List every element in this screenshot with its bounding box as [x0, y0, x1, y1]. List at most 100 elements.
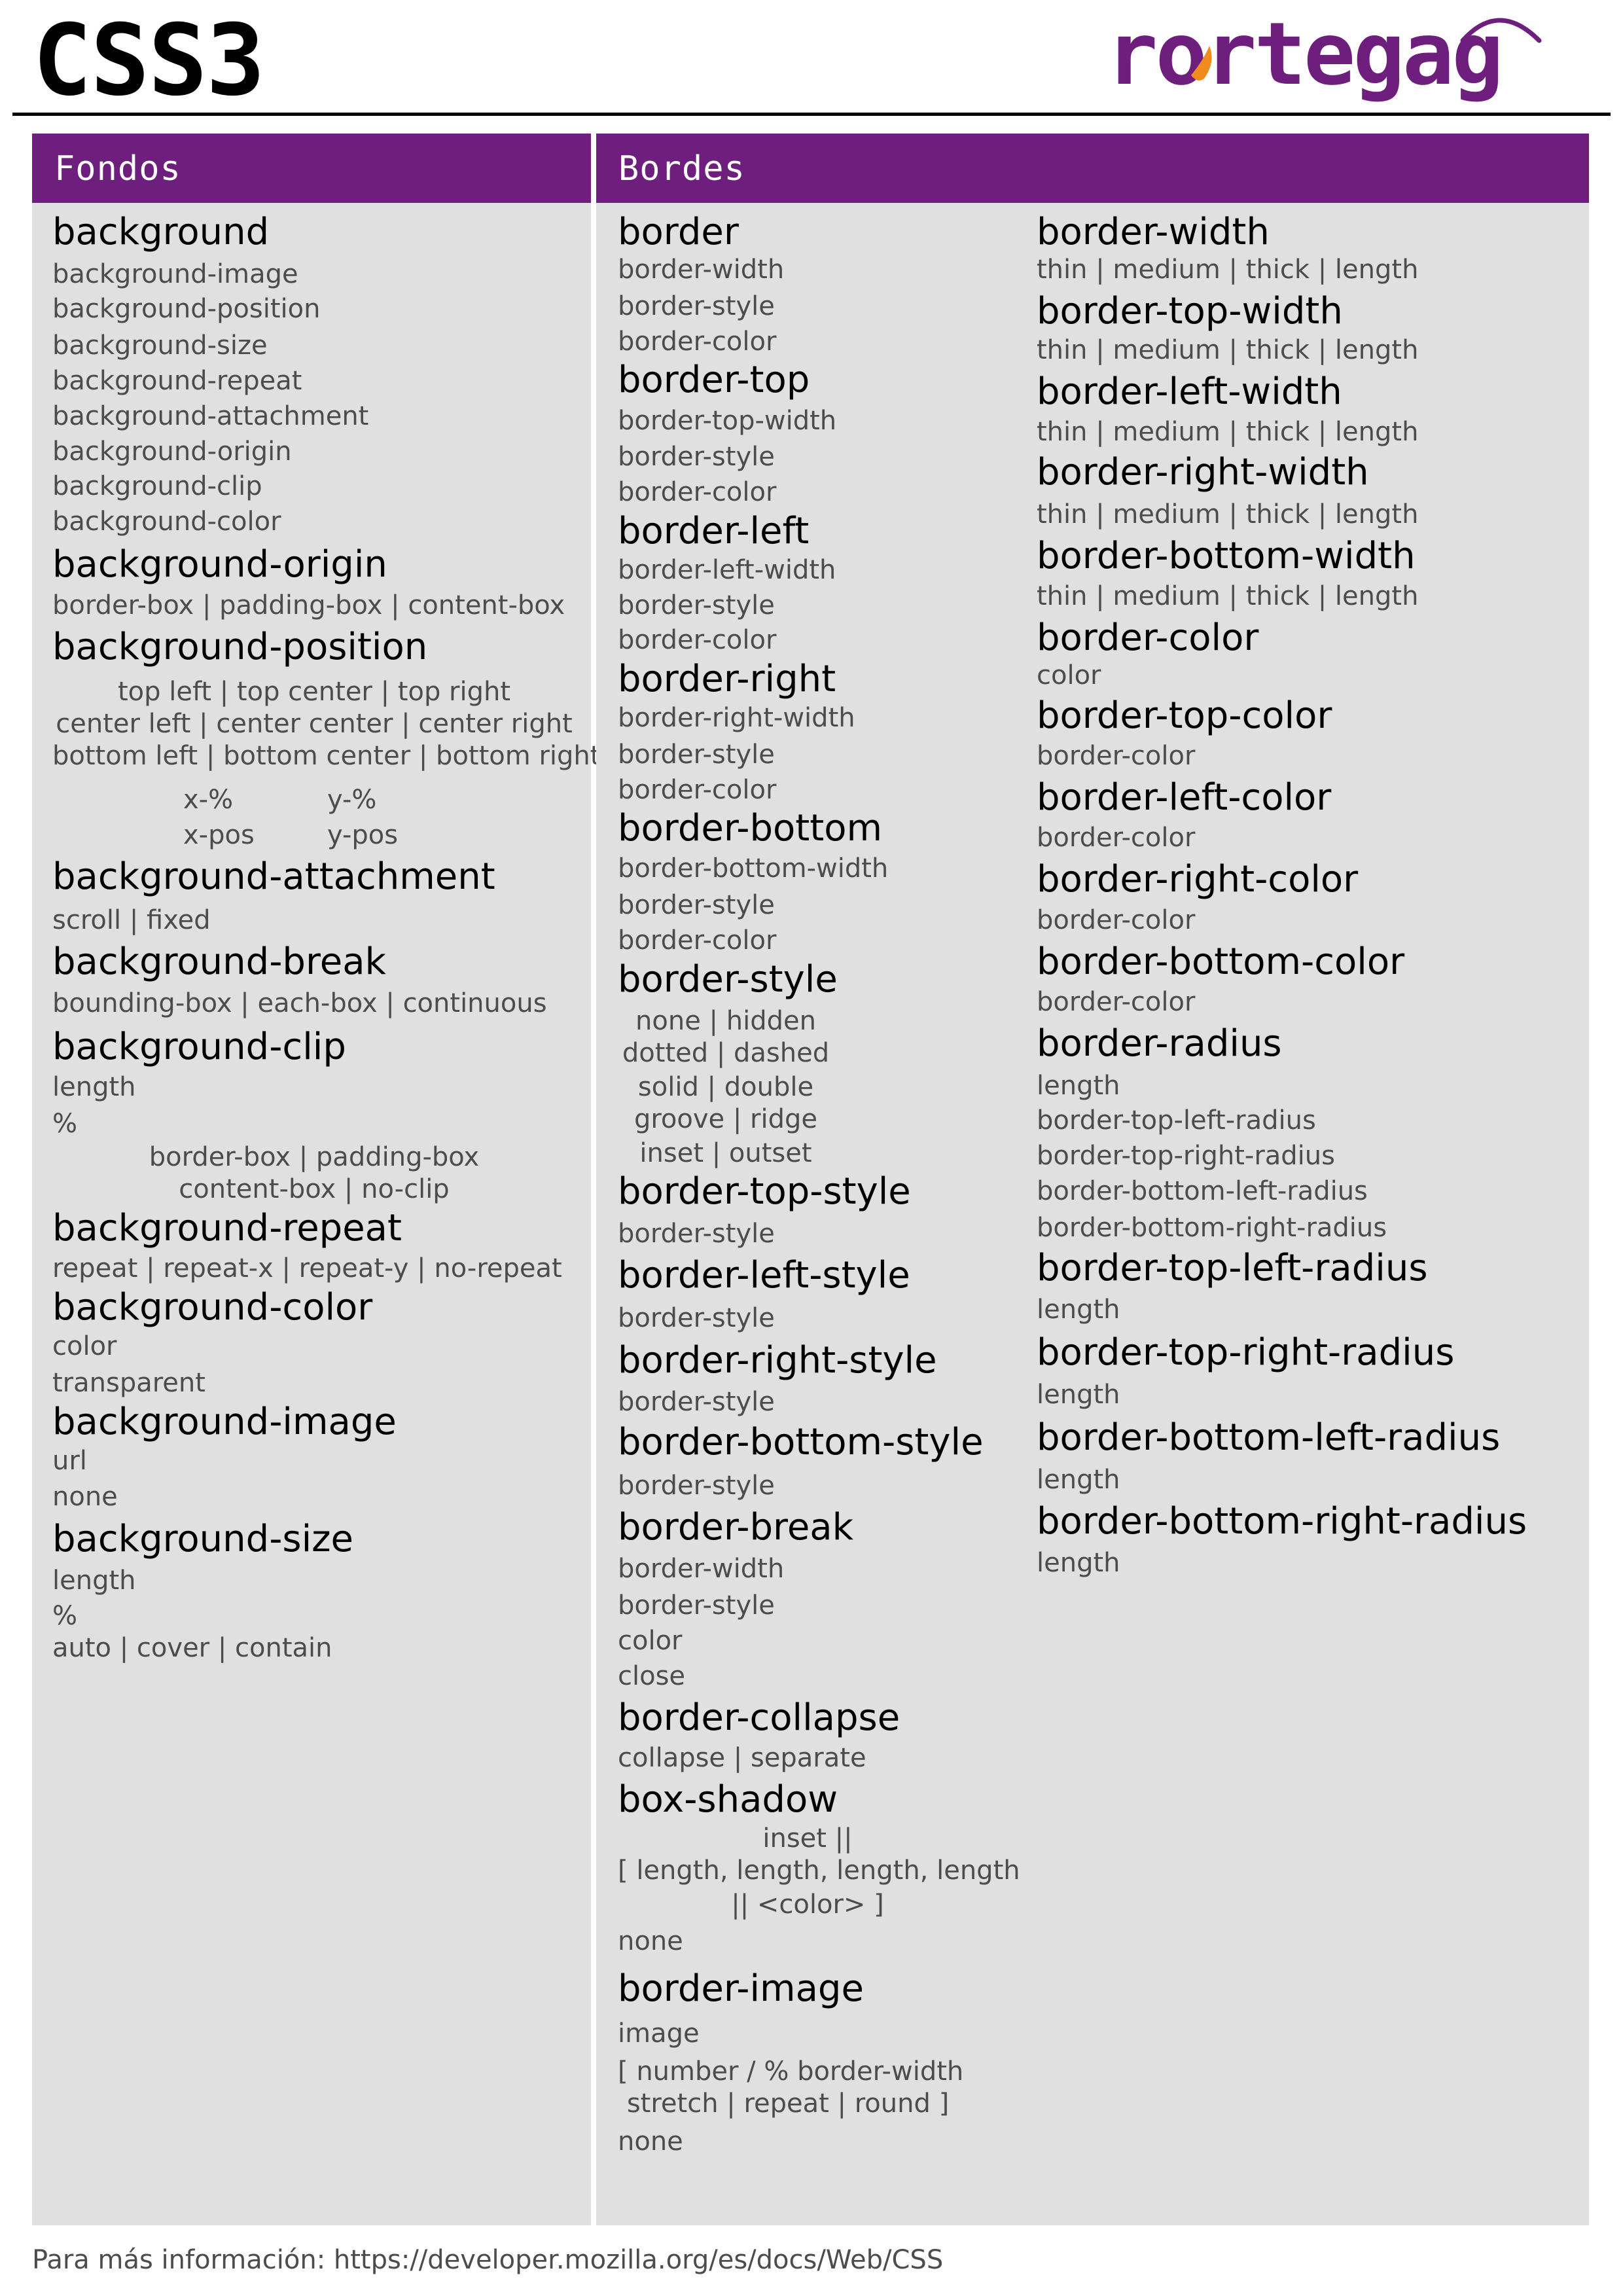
- property-name: border-left: [618, 509, 810, 552]
- property-value: border-style: [618, 1218, 775, 1249]
- rortegag-logo: rortegag: [1106, 13, 1542, 105]
- property-value: solid | double: [637, 1071, 814, 1102]
- property-value: auto | cover | contain: [52, 1632, 332, 1663]
- property-value: thin | medium | thick | length: [1037, 255, 1419, 285]
- property-name: border-bottom-left-radius: [1037, 1416, 1501, 1460]
- property-value: background-color: [52, 506, 281, 537]
- property-value: border-left-width: [618, 554, 836, 585]
- panel-bordes: Bordes border border-width border-style bor…: [596, 134, 1589, 2225]
- property-value: background-attachment: [52, 401, 369, 431]
- property-value: border-style: [618, 1470, 775, 1501]
- property-value: url: [52, 1445, 87, 1476]
- property-value: border-box | padding-box | content-box: [52, 590, 565, 620]
- property-value: center left | center center | center rig…: [56, 708, 573, 739]
- property-name: border-break: [618, 1505, 854, 1549]
- panel-header-bordes: Bordes: [596, 134, 1589, 203]
- property-name: border-left-width: [1037, 370, 1342, 414]
- property-value: collapse | separate: [618, 1742, 866, 1773]
- property-value: length: [1037, 1379, 1120, 1410]
- property-name: border-collapse: [618, 1696, 901, 1739]
- property-name: border-right: [618, 657, 836, 700]
- property-value: none: [618, 1926, 683, 1956]
- property-value: border-width: [618, 1554, 785, 1585]
- property-value: || <color> ]: [731, 1889, 884, 1920]
- property-name: border: [618, 211, 739, 254]
- property-value: background-position: [52, 294, 321, 325]
- property-value: border-style: [618, 442, 775, 473]
- property-name: border-bottom-width: [1037, 534, 1416, 577]
- property-value: color: [1037, 660, 1101, 691]
- property-value: border-bottom-right-radius: [1037, 1212, 1387, 1243]
- property-name: border-right-color: [1037, 858, 1359, 901]
- property-value: inset ||: [762, 1823, 853, 1854]
- property-name: background-repeat: [52, 1207, 402, 1250]
- property-value: border-color: [1037, 741, 1196, 772]
- property-name: border-bottom-style: [618, 1420, 984, 1463]
- property-value: repeat | repeat-x | repeat-y | no-repeat: [52, 1253, 562, 1284]
- property-value: border-color: [618, 326, 777, 357]
- property-value: border-style: [618, 739, 775, 770]
- property-value: groove | ridge: [633, 1104, 818, 1135]
- property-name: background-break: [52, 940, 386, 983]
- property-name: background-color: [52, 1285, 373, 1329]
- property-value: border-top-right-radius: [1037, 1141, 1335, 1172]
- property-name: background-size: [52, 1517, 354, 1560]
- property-value: border-style: [618, 890, 775, 921]
- panel-title: Fondos: [54, 149, 181, 188]
- property-name: border-bottom-color: [1037, 940, 1405, 983]
- property-value: x-%: [183, 785, 234, 816]
- property-value: %: [52, 1108, 78, 1139]
- property-value: length: [1037, 1070, 1120, 1101]
- property-value: length: [52, 1071, 136, 1102]
- property-name: border-image: [618, 1967, 864, 2010]
- property-value: y-pos: [327, 819, 399, 850]
- panel-title: Bordes: [618, 149, 745, 188]
- property-name: border-top: [618, 359, 810, 402]
- property-name: background-image: [52, 1400, 397, 1443]
- property-value: length: [1037, 1548, 1120, 1579]
- property-name: border-bottom: [618, 807, 883, 850]
- property-value: border-style: [618, 1387, 775, 1417]
- property-value: border-style: [618, 1303, 775, 1334]
- property-name: border-bottom-right-radius: [1037, 1499, 1527, 1543]
- property-value: none: [618, 2126, 683, 2157]
- footer-more-info: Para más información: https://developer.…: [32, 2245, 944, 2275]
- property-name: border-style: [618, 958, 838, 1001]
- property-value: bottom left | bottom center | bottom rig…: [52, 741, 601, 772]
- property-value: [ number / % border-width: [618, 2056, 964, 2087]
- property-value: none: [52, 1482, 118, 1513]
- property-value: border-color: [1037, 905, 1196, 935]
- property-value: thin | medium | thick | length: [1037, 335, 1419, 366]
- property-value: border-color: [1037, 823, 1196, 853]
- property-value: none | hidden: [635, 1006, 816, 1037]
- property-name: background-attachment: [52, 855, 495, 898]
- property-value: length: [1037, 1295, 1120, 1325]
- property-value: image: [618, 2018, 700, 2049]
- property-value: [ length, length, length, length: [618, 1856, 1020, 1886]
- property-name: box-shadow: [618, 1778, 838, 1821]
- property-name: border-right-width: [1037, 451, 1369, 494]
- property-value: border-style: [618, 1590, 775, 1621]
- property-value: border-bottom-width: [618, 853, 889, 884]
- property-value: thin | medium | thick | length: [1037, 417, 1419, 448]
- property-value: background-size: [52, 331, 268, 361]
- property-name: border-width: [1037, 211, 1270, 254]
- property-value: border-color: [618, 925, 777, 956]
- property-value: border-color: [618, 477, 777, 508]
- property-value: background-clip: [52, 471, 262, 502]
- property-value: %: [52, 1600, 78, 1631]
- property-value: length: [1037, 1464, 1120, 1495]
- property-value: border-top-width: [618, 405, 837, 436]
- property-value: x-pos: [183, 819, 255, 850]
- property-name: background-origin: [52, 543, 387, 586]
- property-value: top left | top center | top right: [117, 676, 511, 707]
- property-value: inset | outset: [639, 1138, 812, 1168]
- property-value: transparent: [52, 1367, 205, 1398]
- property-value: content-box | no-clip: [179, 1174, 450, 1205]
- property-value: stretch | repeat | round ]: [626, 2089, 950, 2119]
- property-name: border-left-color: [1037, 776, 1332, 819]
- property-value: thin | medium | thick | length: [1037, 581, 1419, 612]
- property-name: border-radius: [1037, 1022, 1282, 1066]
- property-name: border-top-left-radius: [1037, 1246, 1428, 1289]
- property-name: border-right-style: [618, 1338, 937, 1382]
